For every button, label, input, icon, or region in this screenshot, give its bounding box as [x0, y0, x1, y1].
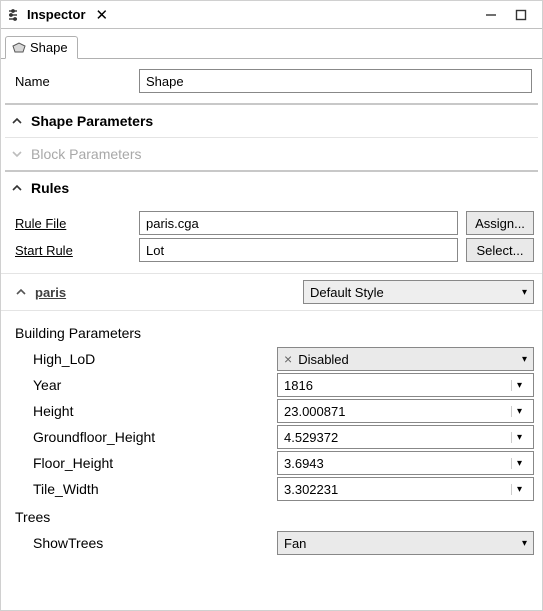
param-year: Year 1816 ▾	[15, 373, 534, 397]
chevron-down-icon: ▾	[511, 380, 527, 391]
tile-width-input[interactable]: 3.302231 ▾	[277, 477, 534, 501]
inspector-icon	[7, 7, 23, 23]
height-value: 23.000871	[284, 404, 511, 419]
tab-bar: Shape	[1, 29, 542, 59]
param-label: Groundfloor_Height	[15, 429, 277, 445]
chevron-down-icon: ▾	[511, 406, 527, 417]
rule-file-label[interactable]: Rule File	[15, 216, 131, 231]
window-title: Inspector	[27, 7, 86, 22]
titlebar: Inspector ✕	[1, 1, 542, 29]
high-lod-dropdown[interactable]: Disabled ▾	[277, 347, 534, 371]
rule-file-row: Rule File Assign...	[15, 211, 534, 235]
param-label: Year	[15, 377, 277, 393]
floor-height-value: 3.6943	[284, 456, 511, 471]
param-label: Floor_Height	[15, 455, 277, 471]
chevron-down-icon: ▾	[522, 354, 527, 365]
start-rule-input[interactable]	[139, 238, 458, 262]
building-parameters-group: Building Parameters High_LoD Disabled ▾ …	[1, 311, 542, 561]
chevron-up-icon	[15, 287, 27, 297]
section-rules[interactable]: Rules	[1, 172, 542, 204]
tab-label: Shape	[30, 40, 68, 55]
param-high-lod: High_LoD Disabled ▾	[15, 347, 534, 371]
chevron-down-icon: ▾	[511, 432, 527, 443]
param-floor-height: Floor_Height 3.6943 ▾	[15, 451, 534, 475]
chevron-up-icon	[11, 183, 23, 193]
style-dropdown[interactable]: Default Style ▾	[303, 280, 534, 304]
show-trees-dropdown[interactable]: Fan ▾	[277, 531, 534, 555]
section-label: Rules	[31, 180, 69, 196]
start-rule-row: Start Rule Select...	[15, 238, 534, 262]
rules-body: Rule File Assign... Start Rule Select...	[1, 204, 542, 273]
param-label: Tile_Width	[15, 481, 277, 497]
assign-button[interactable]: Assign...	[466, 211, 534, 235]
style-value: Default Style	[310, 285, 522, 300]
name-row: Name	[1, 59, 542, 103]
group-title: Building Parameters	[15, 325, 534, 341]
chevron-down-icon: ▾	[511, 484, 527, 495]
param-label: ShowTrees	[15, 535, 277, 551]
minimize-button[interactable]	[476, 4, 506, 26]
tile-width-value: 3.302231	[284, 482, 511, 497]
param-show-trees: ShowTrees Fan ▾	[15, 531, 534, 555]
maximize-button[interactable]	[506, 4, 536, 26]
param-label: Height	[15, 403, 277, 419]
group-title: Trees	[15, 509, 534, 525]
param-groundfloor-height: Groundfloor_Height 4.529372 ▾	[15, 425, 534, 449]
groundfloor-height-input[interactable]: 4.529372 ▾	[277, 425, 534, 449]
section-label: Shape Parameters	[31, 113, 153, 129]
param-tile-width: Tile_Width 3.302231 ▾	[15, 477, 534, 501]
high-lod-value: Disabled	[298, 352, 522, 367]
year-value: 1816	[284, 378, 511, 393]
chevron-down-icon: ▾	[511, 458, 527, 469]
preset-name-link[interactable]: paris	[35, 285, 295, 300]
shape-icon	[12, 41, 26, 55]
chevron-down-icon	[11, 149, 23, 159]
start-rule-label[interactable]: Start Rule	[15, 243, 131, 258]
section-block-parameters[interactable]: Block Parameters	[1, 138, 542, 170]
tab-shape[interactable]: Shape	[5, 36, 78, 59]
chevron-down-icon: ▾	[522, 287, 527, 298]
param-height: Height 23.000871 ▾	[15, 399, 534, 423]
param-label: High_LoD	[15, 351, 277, 367]
floor-height-input[interactable]: 3.6943 ▾	[277, 451, 534, 475]
name-input[interactable]	[139, 69, 532, 93]
section-shape-parameters[interactable]: Shape Parameters	[1, 105, 542, 137]
preset-row: paris Default Style ▾	[1, 273, 542, 311]
chevron-up-icon	[11, 116, 23, 126]
section-label: Block Parameters	[31, 146, 141, 162]
close-panel-icon[interactable]: ✕	[92, 6, 113, 24]
name-label: Name	[15, 74, 131, 89]
height-input[interactable]: 23.000871 ▾	[277, 399, 534, 423]
groundfloor-height-value: 4.529372	[284, 430, 511, 445]
select-button[interactable]: Select...	[466, 238, 534, 262]
rule-file-input[interactable]	[139, 211, 458, 235]
show-trees-value: Fan	[284, 536, 522, 551]
year-input[interactable]: 1816 ▾	[277, 373, 534, 397]
chevron-down-icon: ▾	[522, 538, 527, 549]
